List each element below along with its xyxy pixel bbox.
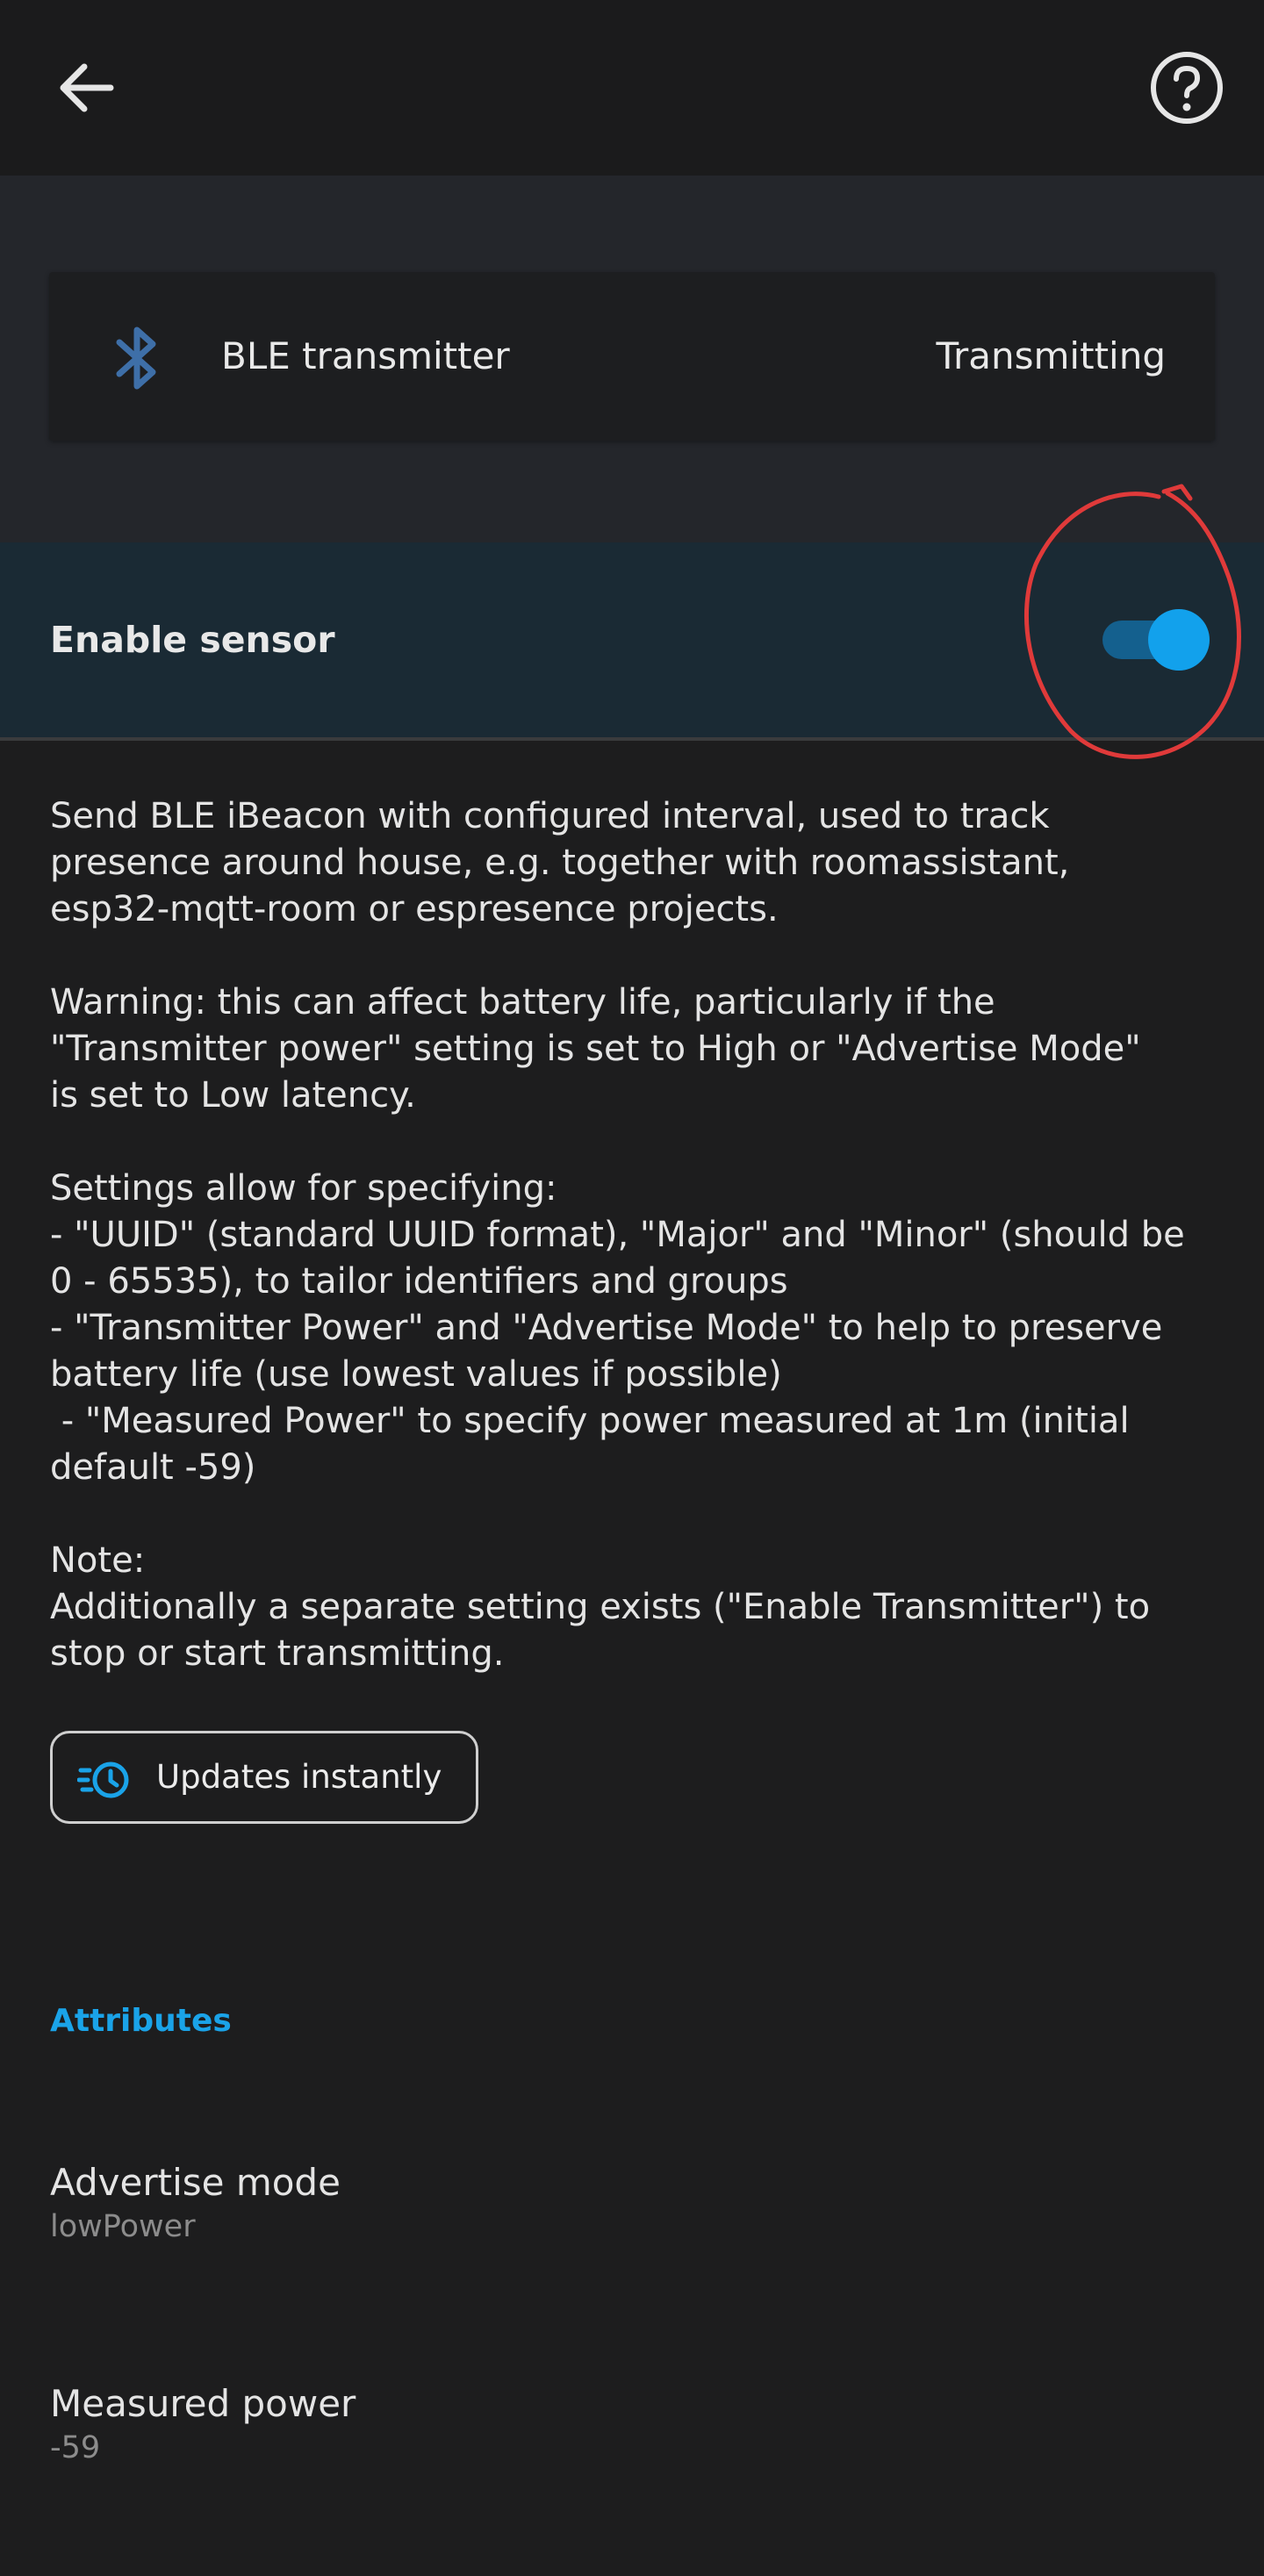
attributes-header: Attributes xyxy=(50,2003,232,2039)
attribute-item: Measured power -59 xyxy=(50,2380,1191,2468)
attribute-name: Advertise mode xyxy=(50,2161,341,2204)
attribute-name: Measured power xyxy=(50,2382,356,2425)
question-circle-icon[interactable] xyxy=(1148,49,1225,126)
attribute-value: -59 xyxy=(50,2430,101,2465)
enable-sensor-toggle[interactable] xyxy=(1102,609,1211,671)
app-bar xyxy=(0,0,1264,176)
update-type-label: Updates instantly xyxy=(156,1758,442,1796)
toggle-knob xyxy=(1148,609,1210,671)
enable-sensor-row[interactable]: Enable sensor xyxy=(0,542,1264,741)
update-type-chip[interactable]: Updates instantly xyxy=(50,1731,478,1824)
sensor-title: BLE transmitter xyxy=(221,334,510,377)
arrow-left-icon[interactable] xyxy=(49,51,123,125)
attribute-item: Advertise mode lowPower xyxy=(50,2159,1191,2247)
bluetooth-icon xyxy=(116,326,156,390)
sensor-state: Transmitting xyxy=(936,334,1166,377)
attribute-value: lowPower xyxy=(50,2209,196,2244)
sensor-status-area: BLE transmitter Transmitting xyxy=(0,176,1264,542)
sensor-status-card: BLE transmitter Transmitting xyxy=(49,272,1215,441)
enable-sensor-label: Enable sensor xyxy=(50,619,335,661)
clock-update-icon xyxy=(77,1762,129,1798)
sensor-description: Send BLE iBeacon with configured interva… xyxy=(50,796,1185,1674)
